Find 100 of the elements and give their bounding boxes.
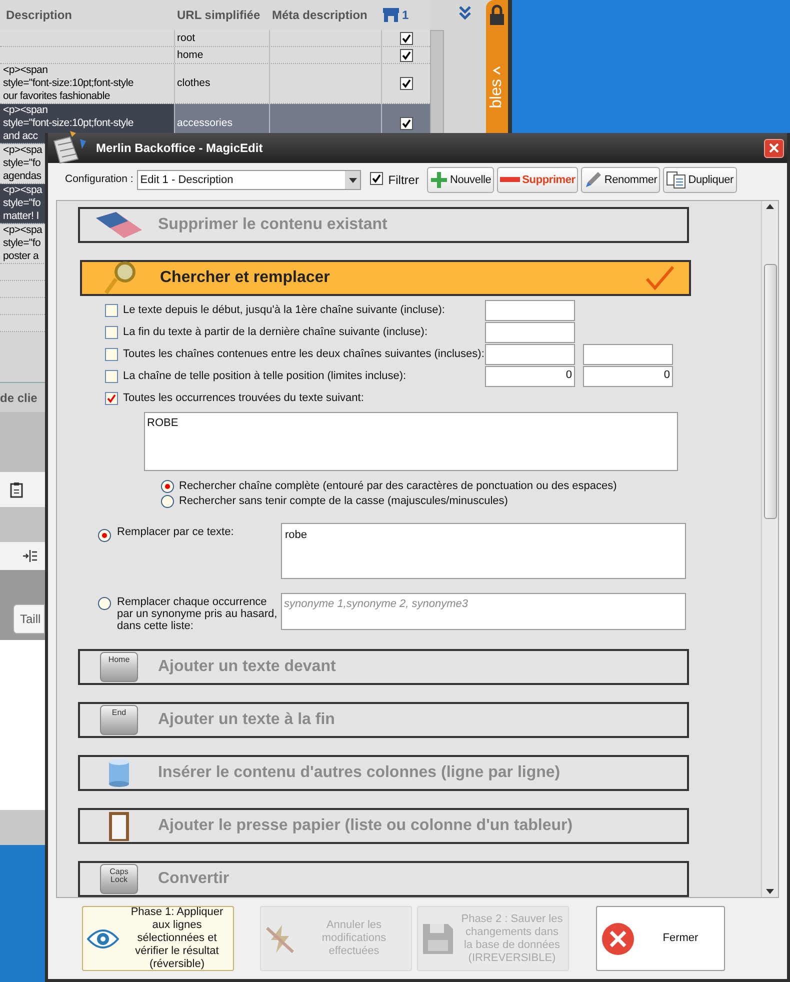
table-cell-text: style="font-size:10pt;font-style <box>3 77 134 90</box>
section-title: Chercher et remplacer <box>160 268 330 288</box>
panel-background <box>0 810 45 845</box>
table-cell-text: matter! I <box>3 210 39 223</box>
table-cell: clothes <box>177 77 210 90</box>
double-chevron-icon[interactable] <box>459 6 471 20</box>
scroll-up-icon[interactable] <box>766 204 774 209</box>
table-row[interactable]: <p><span style="font-size:10pt;font-style our favorites fashionable clothes <box>0 64 430 104</box>
table-cell-text: style="fo <box>3 237 41 250</box>
table-cell-text: and acc <box>3 130 38 143</box>
section-title: Insérer le contenu d'autres colonnes (ligne par ligne) <box>158 763 560 783</box>
scrollbar-thumb[interactable] <box>764 264 776 519</box>
section-header[interactable]: Chercher et remplacer <box>80 260 691 296</box>
checkbox[interactable] <box>400 117 412 130</box>
column-header[interactable]: Description <box>0 6 175 24</box>
checkbox[interactable] <box>400 32 412 44</box>
table-cell-text: style="fo <box>3 197 41 210</box>
number-field[interactable]: 0 <box>583 366 673 387</box>
action-button[interactable]: Fermer <box>596 906 725 971</box>
checkbox[interactable] <box>105 392 118 405</box>
config-dropdown[interactable]: Edit 1 - Description <box>137 170 362 190</box>
section-title: Ajouter un texte devant <box>158 657 336 677</box>
toolbar-button[interactable]: Supprimer <box>497 167 578 193</box>
table-cell-text: style="font-size:10pt;font-style <box>3 117 134 130</box>
paste-icon[interactable] <box>10 482 23 498</box>
synonym-list-field[interactable]: synonyme 1,synonyme 2, synonyme3 <box>281 593 686 630</box>
checkbox[interactable] <box>105 370 118 383</box>
table-cell-text: style="fo <box>3 157 41 170</box>
search-text-area[interactable]: ROBE <box>144 412 678 471</box>
table-cell: accessories <box>177 117 232 130</box>
column-header[interactable]: Méta description <box>270 6 382 24</box>
criterion-label: Toutes les occurrences trouvées du texte suivant: <box>122 391 365 406</box>
table-cell-text: <p><spa <box>3 144 42 157</box>
toolbar-button[interactable]: Nouvelle <box>426 167 494 193</box>
replace-text-area[interactable]: robe <box>281 523 686 579</box>
checkbox[interactable] <box>400 77 412 90</box>
check-icon <box>402 119 410 128</box>
table-row[interactable]: home <box>0 47 430 64</box>
radio-button[interactable] <box>98 597 111 610</box>
section-header[interactable]: Home Ajouter un texte devant <box>78 649 689 685</box>
magnifier-icon <box>104 261 138 295</box>
table-cell-text: <p><span <box>3 104 48 117</box>
checkbox[interactable] <box>370 172 384 185</box>
radio-button[interactable] <box>161 495 174 508</box>
indent-icon[interactable] <box>23 550 37 562</box>
keyboard-key-icon: End <box>100 705 138 735</box>
radio-button[interactable] <box>98 529 111 542</box>
close-button[interactable] <box>764 138 784 158</box>
checkbox[interactable] <box>105 304 118 317</box>
table-cell-text: <p><spa <box>3 224 42 237</box>
criterion-label: La fin du texte à partir de la dernière chaîne suivante (incluse): <box>122 325 429 340</box>
text-field[interactable] <box>485 344 575 365</box>
section-header[interactable]: Caps Lock Convertir <box>78 861 689 897</box>
action-button[interactable]: Phase 1: Appliquer aux lignes sélectionnées et vérifier le résultat (réversible) <box>82 906 234 971</box>
text-field[interactable] <box>485 300 575 321</box>
close-icon <box>769 143 779 153</box>
option-label: Rechercher sans tenir compte de la casse (majuscules/minuscules) <box>179 494 508 510</box>
toolbar-button[interactable]: Taill <box>13 604 45 634</box>
pencil-icon <box>584 171 602 189</box>
config-label: Configuration : <box>65 172 134 188</box>
check-icon <box>372 174 382 183</box>
checkmark-icon <box>645 265 675 291</box>
criterion-label: La chaîne de telle position à telle position (limites incluse): <box>122 369 408 384</box>
section-header[interactable]: End Ajouter un texte à la fin <box>78 702 689 738</box>
section-title: Supprimer le contenu existant <box>158 215 388 235</box>
scrollbar[interactable] <box>761 201 778 897</box>
table-row[interactable]: root <box>0 30 430 47</box>
column-header[interactable]: URL simplifiée <box>175 6 270 24</box>
checkbox[interactable] <box>105 348 118 361</box>
option-label: Remplacer chaque occurrence par un synonyme pris au hasard, dans cette liste: <box>116 595 278 632</box>
criterion-label: Toutes les chaînes contenues entre les deux chaînes suivantes (incluses): <box>122 347 485 362</box>
minus-icon <box>500 177 520 183</box>
side-tab-label: bles <box>487 79 506 108</box>
padlock-icon <box>489 4 505 26</box>
close-icon <box>601 922 635 956</box>
text-field[interactable] <box>583 344 673 365</box>
table-cell-text: <p><span <box>3 64 48 77</box>
section-title: Ajouter un texte à la fin <box>158 710 335 730</box>
table-cell-text: <p><spa <box>3 184 42 197</box>
toolbar-button[interactable]: Dupliquer <box>663 167 736 193</box>
table-cell-text: poster a <box>3 250 39 263</box>
checkbox[interactable] <box>400 48 412 62</box>
section-title: Ajouter le presse papier (liste ou colonne d'un tableur) <box>158 816 573 836</box>
table-cell-text: our favorites fashionable <box>3 90 110 103</box>
dropdown-arrow-icon <box>348 178 357 182</box>
table-cell-text: agendas <box>3 170 42 183</box>
scroll-down-icon[interactable] <box>766 889 774 894</box>
chevron-icon <box>493 66 501 75</box>
toolbar-button[interactable]: Renommer <box>581 167 660 193</box>
column-header[interactable]: 1 <box>402 6 409 24</box>
radio-button[interactable] <box>161 480 174 493</box>
check-icon <box>402 79 410 88</box>
tab[interactable]: de clie <box>0 382 45 412</box>
number-field[interactable]: 0 <box>485 366 575 387</box>
option-label: Rechercher chaîne complète (entouré par des caractères de ponctuation ou des espaces) <box>179 479 617 494</box>
documents-icon <box>666 171 686 189</box>
keyboard-key-icon: Home <box>100 652 138 682</box>
text-field[interactable] <box>485 322 575 343</box>
checkbox[interactable] <box>105 326 118 339</box>
plus-icon <box>430 171 448 189</box>
